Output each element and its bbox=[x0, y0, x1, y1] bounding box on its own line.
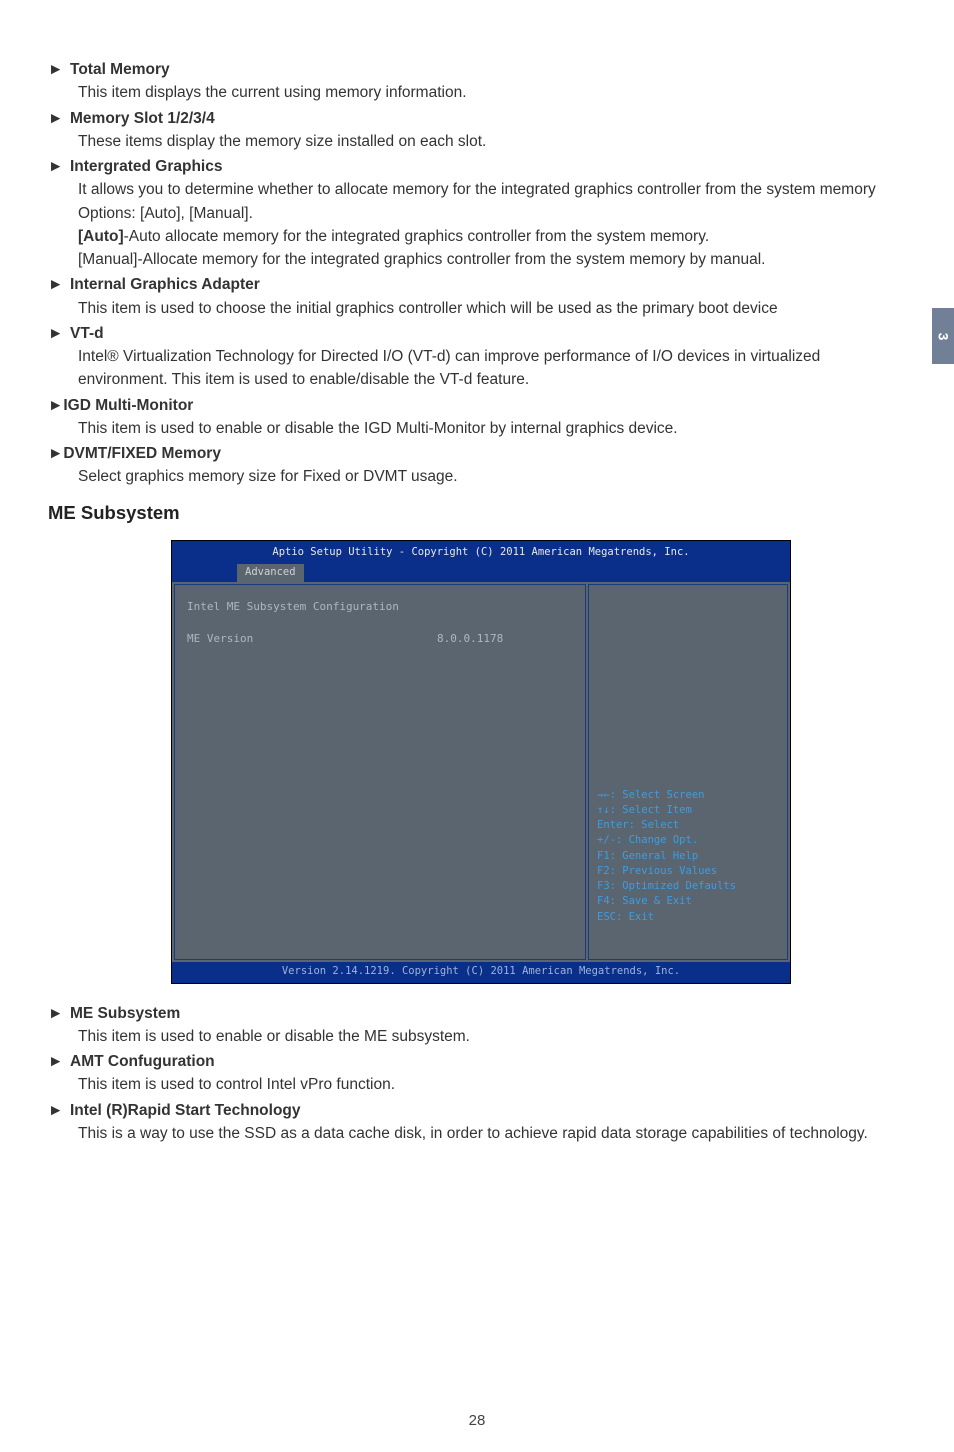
item-title: Total Memory bbox=[70, 58, 170, 81]
item-desc: This item is used to enable or disable t… bbox=[48, 1025, 914, 1048]
bios-left-pane: Intel ME Subsystem Configuration ME Vers… bbox=[174, 584, 586, 960]
doc-item: ►IGD Multi-Monitor This item is used to … bbox=[48, 394, 914, 441]
bios-help-line: Enter: Select bbox=[597, 818, 779, 833]
bullet-marker: ► bbox=[48, 1050, 70, 1073]
doc-item: ► Intel (R)Rapid Start Technology This i… bbox=[48, 1099, 914, 1146]
item-desc: This item is used to enable or disable t… bbox=[48, 417, 914, 440]
item-desc: This item is used to control Intel vPro … bbox=[48, 1073, 914, 1096]
page-number: 28 bbox=[0, 1410, 954, 1433]
item-title: AMT Confuguration bbox=[70, 1050, 215, 1073]
bullet-marker: ► bbox=[48, 1002, 70, 1025]
bios-footer-bar: Version 2.14.1219. Copyright (C) 2011 Am… bbox=[172, 962, 790, 983]
auto-label: [Auto] bbox=[78, 228, 124, 245]
bios-tab-advanced: Advanced bbox=[237, 564, 304, 582]
bios-help-line: F1: General Help bbox=[597, 849, 779, 864]
bios-right-pane: →←: Select Screen ↑↓: Select Item Enter:… bbox=[588, 584, 788, 960]
side-tab: 3 bbox=[932, 308, 954, 364]
item-desc: Select graphics memory size for Fixed or… bbox=[48, 465, 914, 488]
page-content: ► Total Memory This item displays the cu… bbox=[0, 0, 954, 1145]
bios-screenshot: Aptio Setup Utility - Copyright (C) 2011… bbox=[171, 540, 791, 983]
bios-help-line: +/-: Change Opt. bbox=[597, 833, 779, 848]
bios-help-block: →←: Select Screen ↑↓: Select Item Enter:… bbox=[597, 788, 779, 925]
bullet-marker: ► bbox=[48, 155, 70, 178]
bullet-marker: ► bbox=[48, 322, 70, 345]
item-title: Memory Slot 1/2/3/4 bbox=[70, 107, 215, 130]
item-title: ►IGD Multi-Monitor bbox=[48, 394, 193, 417]
bios-header-text: Aptio Setup Utility - Copyright (C) 2011… bbox=[172, 545, 790, 561]
doc-item: ► ME Subsystem This item is used to enab… bbox=[48, 1002, 914, 1049]
auto-rest: -Auto allocate memory for the integrated… bbox=[124, 228, 710, 245]
bullet-marker: ► bbox=[48, 1099, 70, 1122]
item-title: ►DVMT/FIXED Memory bbox=[48, 442, 221, 465]
item-desc: This is a way to use the SSD as a data c… bbox=[48, 1122, 914, 1145]
item-title: VT-d bbox=[70, 322, 104, 345]
bios-header-bar: Aptio Setup Utility - Copyright (C) 2011… bbox=[172, 541, 790, 582]
bullet-marker-tight: ► bbox=[48, 445, 63, 462]
bios-version-label: ME Version bbox=[187, 631, 437, 648]
item-desc: Intel® Virtualization Technology for Dir… bbox=[48, 345, 914, 392]
item-desc: This item displays the current using mem… bbox=[48, 81, 914, 104]
bios-version-value: 8.0.0.1178 bbox=[437, 631, 503, 648]
bullet-marker-tight: ► bbox=[48, 397, 63, 414]
doc-item: ► Intergrated Graphics It allows you to … bbox=[48, 155, 914, 271]
doc-item: ► Memory Slot 1/2/3/4 These items displa… bbox=[48, 107, 914, 154]
bios-right-bottom-space bbox=[597, 925, 779, 953]
section-heading: ME Subsystem bbox=[48, 499, 914, 527]
bios-help-line: F4: Save & Exit bbox=[597, 894, 779, 909]
item-title: Internal Graphics Adapter bbox=[70, 273, 260, 296]
bios-left-title: Intel ME Subsystem Configuration bbox=[187, 599, 573, 616]
bios-help-line: ESC: Exit bbox=[597, 910, 779, 925]
bios-right-spacer bbox=[597, 591, 779, 788]
item-title: Intel (R)Rapid Start Technology bbox=[70, 1099, 301, 1122]
doc-item: ► Internal Graphics Adapter This item is… bbox=[48, 273, 914, 320]
bullet-marker: ► bbox=[48, 58, 70, 81]
bios-help-line: →←: Select Screen bbox=[597, 788, 779, 803]
doc-item: ► Total Memory This item displays the cu… bbox=[48, 58, 914, 105]
item-desc: This item is used to choose the initial … bbox=[48, 297, 914, 320]
bios-version-row: ME Version 8.0.0.1178 bbox=[187, 631, 573, 648]
item-desc: These items display the memory size inst… bbox=[48, 130, 914, 153]
bullet-marker: ► bbox=[48, 273, 70, 296]
bios-help-line: F2: Previous Values bbox=[597, 864, 779, 879]
side-tab-number: 3 bbox=[932, 332, 953, 340]
doc-item: ► VT-d Intel® Virtualization Technology … bbox=[48, 322, 914, 392]
item-title: Intergrated Graphics bbox=[70, 155, 222, 178]
doc-item: ► AMT Confuguration This item is used to… bbox=[48, 1050, 914, 1097]
doc-item: ►DVMT/FIXED Memory Select graphics memor… bbox=[48, 442, 914, 489]
bios-help-line: F3: Optimized Defaults bbox=[597, 879, 779, 894]
bios-help-line: ↑↓: Select Item bbox=[597, 803, 779, 818]
item-desc-extra: [Auto]-Auto allocate memory for the inte… bbox=[48, 225, 914, 248]
bios-body: Intel ME Subsystem Configuration ME Vers… bbox=[172, 582, 790, 962]
bios-tab-row: Advanced bbox=[172, 564, 790, 582]
item-title: ME Subsystem bbox=[70, 1002, 180, 1025]
bullet-marker: ► bbox=[48, 107, 70, 130]
item-desc-extra2: [Manual]-Allocate memory for the integra… bbox=[48, 248, 914, 271]
item-desc: It allows you to determine whether to al… bbox=[48, 178, 914, 225]
